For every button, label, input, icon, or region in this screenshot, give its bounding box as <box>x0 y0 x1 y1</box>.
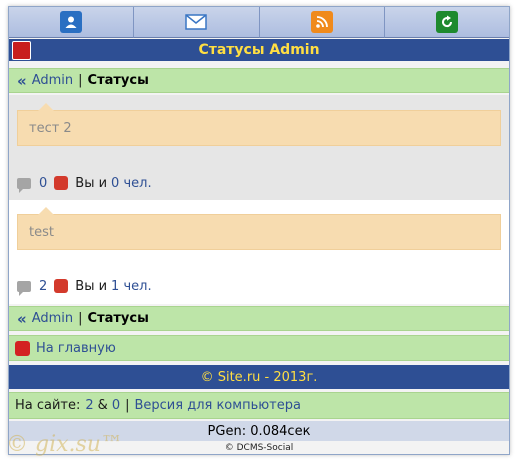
rss-icon <box>310 11 333 33</box>
comment-icon <box>17 280 31 296</box>
status-text: test <box>29 224 54 240</box>
mail-button[interactable] <box>134 7 260 38</box>
breadcrumb-user-link[interactable]: Admin <box>32 311 73 326</box>
home-icon[interactable] <box>12 41 31 60</box>
engine-credit: © DCMS-Social <box>9 441 509 454</box>
page-title: Статусы Admin <box>198 42 320 58</box>
status-text: тест 2 <box>29 120 72 136</box>
pgen-text: PGen: 0.084сек <box>207 423 311 439</box>
footer-copyright: © Site.ru - 2013г. <box>9 365 509 389</box>
breadcrumb-separator: | <box>78 311 83 326</box>
copyright-text: © Site.ru - 2013г. <box>200 369 318 385</box>
status-item: test 2 Вы и 1 чел. <box>9 200 509 304</box>
online-amp: & <box>97 398 108 413</box>
thumbs-up-icon[interactable] <box>54 279 69 293</box>
desktop-version-link[interactable]: Версия для компьютера <box>134 398 300 413</box>
breadcrumb-current: Статусы <box>87 311 149 326</box>
credit-text[interactable]: © DCMS-Social <box>225 443 293 453</box>
breadcrumb: « Admin | Статусы <box>9 68 509 93</box>
title-bar: Статусы Admin <box>9 39 509 61</box>
user-icon <box>60 11 83 33</box>
likes-count[interactable]: 0 чел. <box>111 176 152 191</box>
likes-count[interactable]: 1 чел. <box>111 279 152 294</box>
refresh-icon <box>435 11 458 33</box>
home-link[interactable]: На главную <box>36 341 116 356</box>
home-link-bar: На главную <box>9 335 509 361</box>
profile-button[interactable] <box>9 7 135 38</box>
comments-count[interactable]: 2 <box>39 279 47 294</box>
thumbs-up-icon[interactable] <box>54 176 69 190</box>
back-icon[interactable]: « <box>17 72 27 90</box>
breadcrumb-separator: | <box>78 73 83 88</box>
online-label: На сайте: <box>15 398 81 413</box>
home-icon <box>15 340 30 356</box>
status-bubble: тест 2 <box>17 103 501 146</box>
comments-count[interactable]: 0 <box>39 176 47 191</box>
online-users-link[interactable]: 2 <box>85 398 93 413</box>
breadcrumb-current: Статусы <box>87 73 149 88</box>
comment-icon <box>17 177 31 193</box>
page-frame: Статусы Admin « Admin | Статусы тест 2 0… <box>8 6 510 455</box>
refresh-button[interactable] <box>384 7 509 38</box>
breadcrumb: « Admin | Статусы <box>9 306 509 331</box>
status-stats: 0 Вы и 0 чел. <box>17 173 152 193</box>
page-gen-time: PGen: 0.084сек <box>9 421 509 441</box>
status-item: тест 2 0 Вы и 0 чел. <box>9 95 509 200</box>
online-bar: На сайте: 2 & 0 | Версия для компьютера <box>9 392 509 419</box>
back-icon[interactable]: « <box>17 310 27 328</box>
rss-button[interactable] <box>259 7 385 38</box>
likes-prefix: Вы и <box>75 175 108 191</box>
online-guests-link[interactable]: 0 <box>112 398 120 413</box>
likes-prefix: Вы и <box>75 278 108 294</box>
top-navigation <box>9 7 509 38</box>
mail-icon <box>185 11 208 33</box>
status-stats: 2 Вы и 1 чел. <box>17 276 152 296</box>
breadcrumb-user-link[interactable]: Admin <box>32 73 73 88</box>
footer-separator: | <box>125 398 130 413</box>
status-bubble: test <box>17 207 501 250</box>
